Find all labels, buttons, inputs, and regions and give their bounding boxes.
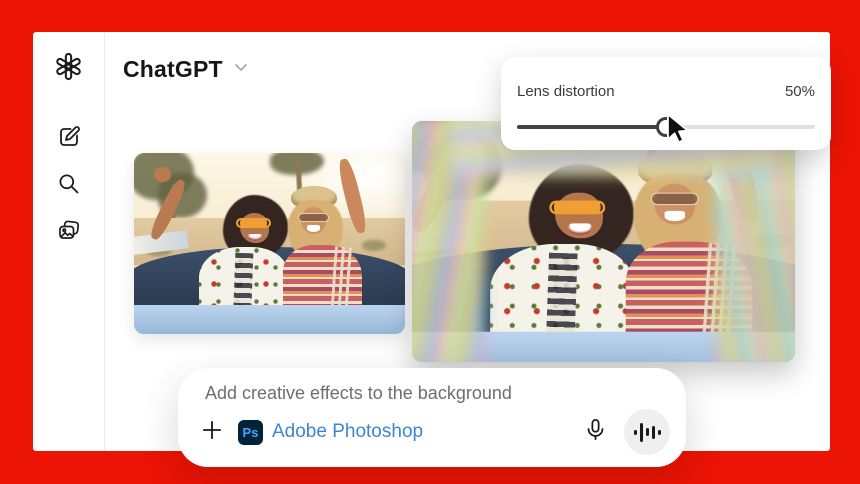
- adobe-photoshop-tool-chip[interactable]: Ps Adobe Photoshop: [238, 419, 424, 445]
- model-picker[interactable]: ChatGPT: [123, 56, 251, 83]
- lens-distortion-label: Lens distortion: [517, 83, 615, 100]
- photo-art-shape: [361, 239, 386, 251]
- photo-art-shape: [299, 213, 328, 221]
- new-chat-pencil-icon: [57, 125, 81, 154]
- voice-waveform-icon: [633, 422, 661, 442]
- plus-icon: [199, 417, 225, 448]
- tool-name-label: Adobe Photoshop: [272, 421, 424, 442]
- photo-art-shape: [134, 305, 405, 334]
- page-title: ChatGPT: [123, 56, 223, 82]
- microphone-icon: [583, 417, 608, 447]
- voice-mode-button[interactable]: [624, 409, 670, 455]
- openai-logo-icon: [54, 52, 83, 81]
- photoshop-badge-icon: Ps: [238, 419, 263, 445]
- lens-distortion-value: 50%: [784, 83, 815, 100]
- photo-art-shape: [134, 153, 405, 334]
- new-chat-button[interactable]: [56, 125, 82, 154]
- red-frame: ChatGPT Lens distortion 50% Add creative…: [0, 0, 860, 484]
- distorted-image[interactable]: [412, 121, 795, 362]
- mouse-cursor-icon: [664, 113, 694, 150]
- library-button[interactable]: [56, 220, 82, 246]
- photo-art-shape: [651, 193, 698, 205]
- search-icon: [57, 172, 81, 201]
- chevron-down-icon: [231, 57, 251, 82]
- original-image[interactable]: [134, 153, 405, 334]
- dictate-button[interactable]: [580, 417, 610, 447]
- photo-art-shape: [247, 233, 262, 242]
- prompt-composer: Add creative effects to the background P…: [178, 368, 686, 467]
- photo-art-shape: [307, 225, 320, 232]
- photo-art-shape: [235, 218, 271, 228]
- photo-art-shape: [664, 211, 685, 221]
- search-button[interactable]: [56, 173, 82, 199]
- prompt-input[interactable]: Add creative effects to the background: [205, 383, 659, 404]
- image-library-icon: [57, 219, 81, 248]
- slider-fill: [517, 125, 666, 129]
- photo-art-shape: [548, 200, 606, 215]
- sidebar: [33, 32, 105, 451]
- photo-art-shape: [154, 167, 171, 182]
- attach-button[interactable]: [198, 418, 226, 446]
